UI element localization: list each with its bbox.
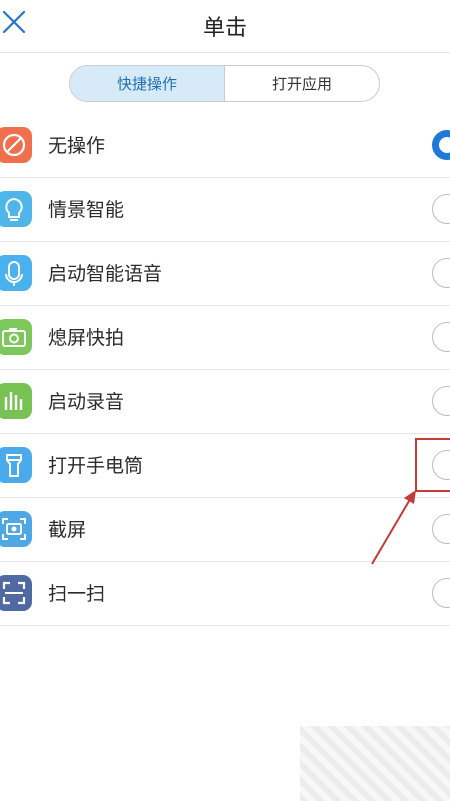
page-title: 单击 (202, 16, 247, 41)
list-item-label: 情景智能 (48, 199, 125, 221)
header-bar: 单击 (0, 0, 450, 53)
microphone-icon (0, 255, 32, 291)
list-item-scan[interactable]: 扫一扫 (0, 562, 450, 626)
list-item-no-action[interactable]: 无操作 (0, 114, 450, 178)
watermark (300, 726, 450, 801)
list-item-label: 启动录音 (48, 391, 125, 413)
lightbulb-icon (0, 191, 32, 227)
annotation-highlight-box (415, 438, 450, 492)
list-item-label: 启动智能语音 (48, 263, 163, 285)
segmented-control: 快捷操作 打开应用 (69, 65, 380, 102)
prohibit-icon (0, 127, 32, 163)
list-item-label: 熄屏快拍 (48, 327, 125, 349)
radio-button[interactable] (432, 578, 450, 608)
list-item-start-recording[interactable]: 启动录音 (0, 370, 450, 434)
radio-button[interactable] (432, 514, 450, 544)
list-item-voice-assistant[interactable]: 启动智能语音 (0, 242, 450, 306)
list-item-label: 打开手电筒 (48, 455, 144, 477)
tab-open-app[interactable]: 打开应用 (225, 66, 379, 101)
radio-button-selected[interactable] (432, 130, 450, 160)
camera-icon (0, 319, 32, 355)
sound-bars-icon (0, 383, 32, 419)
list-item-scene-intelligence[interactable]: 情景智能 (0, 178, 450, 242)
screenshot-icon (0, 511, 32, 547)
annotation-arrow-icon (371, 490, 416, 565)
list-item-label: 截屏 (48, 519, 87, 541)
list-item-label: 无操作 (48, 135, 106, 157)
list-item-label: 扫一扫 (48, 583, 106, 605)
scan-icon (0, 575, 32, 611)
radio-button[interactable] (432, 322, 450, 352)
radio-button[interactable] (432, 258, 450, 288)
tab-shortcut-actions[interactable]: 快捷操作 (70, 66, 225, 101)
flashlight-icon (0, 447, 32, 483)
list-item-screen-off-snapshot[interactable]: 熄屏快拍 (0, 306, 450, 370)
radio-button[interactable] (432, 194, 450, 224)
radio-button[interactable] (432, 386, 450, 416)
